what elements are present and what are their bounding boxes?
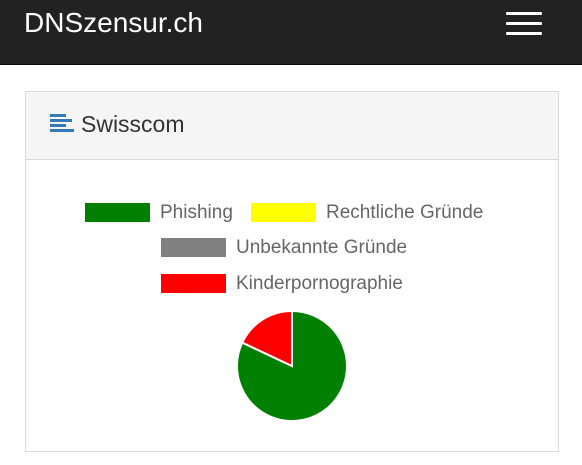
pie-chart [235, 309, 348, 422]
legend-swatch [251, 203, 316, 222]
legend-label: Unbekannte Gründe [236, 237, 408, 258]
panel-heading: Swisscom [26, 92, 558, 160]
top-navbar: DNSzensur.ch [0, 0, 582, 65]
legend-label: Kinderpornographie [236, 273, 403, 294]
provider-panel: Swisscom Phishing Rechtliche Gründe Unbe… [25, 91, 559, 452]
panel-title: Swisscom [81, 111, 185, 137]
legend-swatch [161, 274, 226, 293]
brand-link[interactable]: DNSzensur.ch [24, 6, 203, 40]
legend-label: Rechtliche Gründe [326, 202, 484, 223]
legend-swatch [161, 238, 226, 257]
list-align-left-icon [50, 114, 76, 134]
hamburger-menu-icon[interactable] [504, 10, 544, 38]
legend-label: Phishing [160, 202, 233, 223]
legend-swatch [85, 203, 150, 222]
